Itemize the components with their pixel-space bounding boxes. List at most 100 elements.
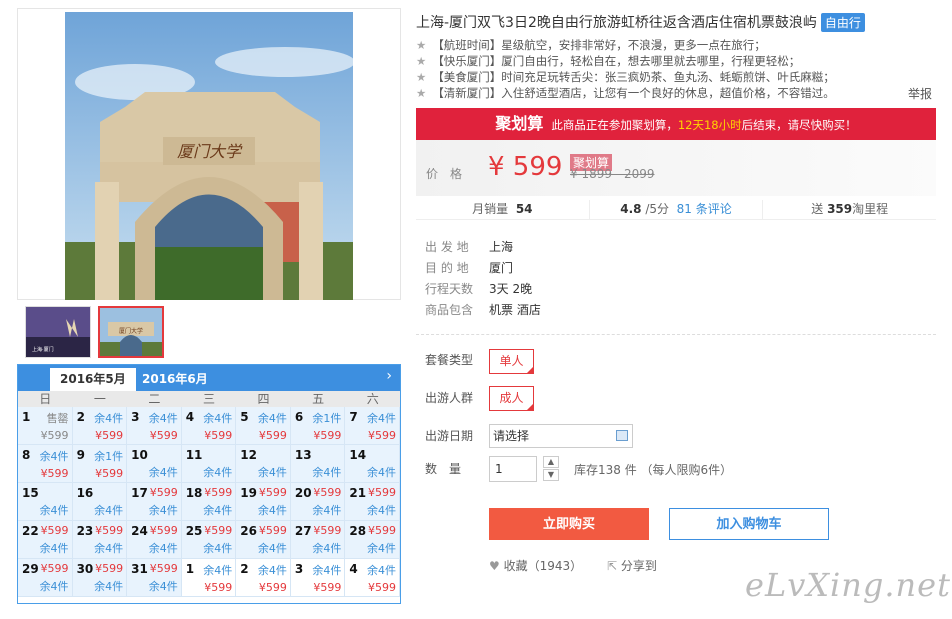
calendar-day[interactable]: 30 ¥599 余4件 [72,559,128,597]
calendar-day[interactable]: 9 余1件 ¥599 [72,445,128,483]
price-label: 价格 [426,167,475,181]
calendar-day[interactable]: 11 余4件 [181,445,237,483]
add-to-cart-button[interactable]: 加入购物车 [669,508,829,540]
calendar-day[interactable]: 6 余1件 ¥599 [290,407,346,445]
calendar-day[interactable]: 26 ¥599 余4件 [236,521,291,559]
calendar-day[interactable]: 3 余4件 ¥599 [290,559,346,597]
day-bottom-info: ¥599 [258,581,287,594]
day-number: 5 [240,410,249,424]
day-bottom-info: 余4件 [312,466,342,479]
report-link[interactable]: 举报 [908,85,932,102]
calendar-day[interactable]: 29 ¥599 余4件 [18,559,73,597]
calendar-day[interactable]: 22 ¥599 余4件 [18,521,73,559]
day-number: 29 [22,562,39,576]
day-bottom-info: ¥599 [204,581,233,594]
calendar-day[interactable]: 4 余4件 ¥599 [181,407,237,445]
calendar-day[interactable]: 3 余4件 ¥599 [127,407,182,445]
calendar-day[interactable]: 21 ¥599 余4件 [345,483,400,521]
calendar-day[interactable]: 19 ¥599 余4件 [236,483,291,521]
day-top-info: 余4件 [367,564,396,577]
product-title-row: 上海-厦门双飞3日2晚自由行旅游虹桥往返含酒店住宿机票鼓浪屿 自由行 [416,12,865,32]
calendar-day[interactable]: 25 ¥599 余4件 [181,521,237,559]
calendar-day[interactable]: 15 余4件 [18,483,73,521]
day-top-info: ¥599 [258,486,287,499]
juhuasuan-msg-post: 后结束，请尽快购买！ [741,118,857,132]
calendar-day[interactable]: 17 ¥599 余4件 [127,483,182,521]
calendar-day[interactable]: 12 余4件 [236,445,291,483]
info-key: 行程天数 [425,282,474,296]
day-number: 8 [22,448,31,462]
calendar-day[interactable]: 20 ¥599 余4件 [290,483,346,521]
info-value: 上海 [489,240,514,254]
calendar-day[interactable]: 13 余4件 [290,445,346,483]
feature-text: 【清新厦门】入住舒适型酒店，让您有一个良好的休息，超值价格，不容错过。 [432,86,835,100]
calendar-day[interactable]: 14 余4件 [345,445,400,483]
day-number: 27 [294,524,312,538]
day-number: 1 [22,410,31,424]
increment-button[interactable]: ▲ [543,456,559,468]
watermark: eLvXing.net [745,566,951,604]
favorite-button[interactable]: ♥ 收藏（1943） [489,557,582,574]
package-type-label: 套餐类型 [425,353,474,367]
calendar-day[interactable]: 31 ¥599 余4件 [127,559,182,597]
calendar-day[interactable]: 18 ¥599 余4件 [181,483,237,521]
calendar-day[interactable]: 23 ¥599 余4件 [72,521,128,559]
free-travel-badge: 自由行 [820,13,865,32]
day-number: 11 [185,448,203,462]
price-calendar: 2016年5月 2016年6月 › 日 一 二 三 四 五 六 1 售罄 ¥599 2… [17,364,401,604]
day-top-info: 余4件 [39,450,69,463]
favorite-label: 收藏（1943） [503,559,583,573]
chevron-right-icon[interactable]: › [386,368,392,384]
calendar-day[interactable]: 24 ¥599 余4件 [127,521,182,559]
calendar-day[interactable]: 8 余4件 ¥599 [18,445,73,483]
thumbnail-2[interactable]: 厦门大学 [98,306,164,358]
day-top-info: 余4件 [94,412,124,425]
quantity-input[interactable]: 1 [489,456,537,482]
weekday-label: 六 [366,392,379,406]
tab-may[interactable]: 2016年5月 [50,368,136,391]
package-single-option[interactable]: 单人 [489,349,534,374]
info-row-departure: 出 发 地 上海 [425,238,541,259]
calendar-day[interactable]: 1 余4件 ¥599 [181,559,237,597]
calendar-day[interactable]: 2 余4件 ¥599 [72,407,128,445]
day-number: 6 [294,410,304,424]
day-number: 24 [131,524,148,538]
calendar-day[interactable]: 28 ¥599 余4件 [345,521,400,559]
calendar-day[interactable]: 16 余4件 [72,483,128,521]
calendar-day[interactable]: 2 余4件 ¥599 [236,559,291,597]
day-top-info: ¥599 [368,486,396,499]
tab-june[interactable]: 2016年6月 [132,368,218,391]
day-number: 16 [76,486,94,500]
day-bottom-info: 余4件 [257,504,287,517]
day-number: 17 [131,486,148,500]
day-number: 3 [294,562,304,576]
day-bottom-info: 余4件 [94,504,124,517]
thumbnail-1[interactable]: 上海·厦门 [25,306,91,358]
decrement-button[interactable]: ▼ [543,469,559,481]
day-top-info: 余1件 [94,450,124,463]
share-button[interactable]: ⇱ 分享到 [607,557,657,574]
reviews-link[interactable]: 81 条评论 [677,202,732,216]
day-bottom-info: 余4件 [203,542,233,555]
day-bottom-info: 余4件 [257,542,287,555]
day-top-info: 余4件 [257,564,287,577]
day-bottom-info: ¥599 [313,429,342,442]
calendar-day[interactable]: 27 ¥599 余4件 [290,521,346,559]
day-number: 1 [185,562,195,576]
travel-date-select[interactable]: 请选择 [489,424,633,448]
points-label: 送 [811,202,824,216]
calendar-day[interactable]: 10 余4件 [127,445,182,483]
day-bottom-info: 余4件 [367,466,396,479]
day-bottom-info: ¥599 [368,581,396,594]
buy-now-button[interactable]: 立即购买 [489,508,649,540]
rating-unit: /5分 [645,202,670,216]
divider [416,334,936,335]
points-value: 359 [827,202,853,216]
calendar-day[interactable]: 7 余4件 ¥599 [345,407,400,445]
calendar-icon[interactable] [616,430,628,441]
info-row-destination: 目 的 地 厦门 [425,259,541,280]
calendar-day[interactable]: 4 余4件 ¥599 [345,559,400,597]
calendar-day[interactable]: 1 售罄 ¥599 [18,407,73,445]
calendar-day[interactable]: 5 余4件 ¥599 [236,407,291,445]
traveler-adult-option[interactable]: 成人 [489,386,534,411]
